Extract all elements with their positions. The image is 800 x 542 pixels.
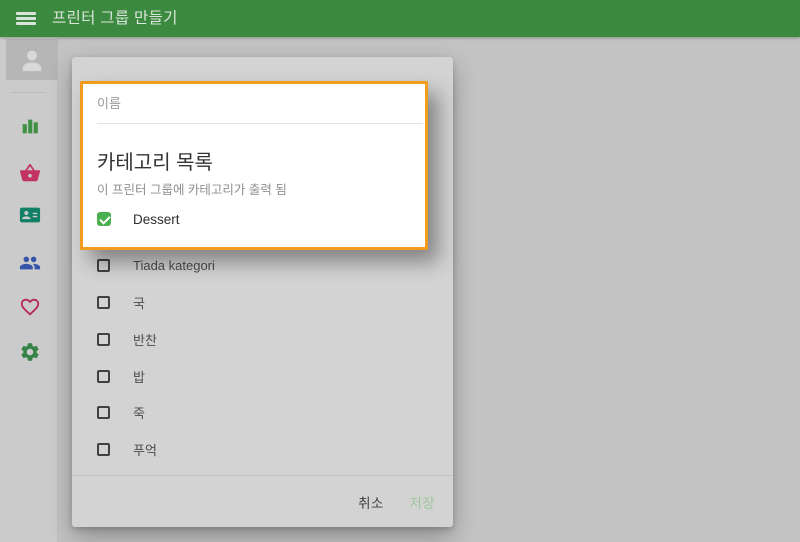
category-row[interactable]: 죽 <box>97 404 145 421</box>
category-label: 반찬 <box>133 333 157 348</box>
save-button[interactable]: 저장 <box>410 492 435 512</box>
hamburger-menu-icon[interactable] <box>16 12 36 25</box>
checkbox-unchecked[interactable] <box>97 259 110 272</box>
app-screen: 프린터 그룹 만들기 Tiada kategori 국 반찬 밥 죽 푸억 취소… <box>0 0 800 542</box>
sidebar-item-stats[interactable] <box>19 115 41 137</box>
page-title: 프린터 그룹 만들기 <box>52 10 178 27</box>
category-label: 밥 <box>133 370 145 385</box>
gear-icon <box>21 343 39 361</box>
sidebar <box>0 37 58 542</box>
checkbox-unchecked[interactable] <box>97 406 110 419</box>
checkbox-checked[interactable] <box>97 212 111 226</box>
sidebar-divider <box>10 92 46 93</box>
checkbox-unchecked[interactable] <box>97 443 110 456</box>
footer-divider <box>72 475 453 476</box>
sidebar-item-contacts[interactable] <box>19 204 41 226</box>
sidebar-item-orders[interactable] <box>19 162 41 184</box>
sidebar-item-settings[interactable] <box>19 341 41 363</box>
category-row-highlighted[interactable]: Dessert <box>97 211 180 227</box>
bar-chart-icon <box>22 119 38 134</box>
contact-card-icon <box>19 207 41 223</box>
highlight-box: 카테고리 목록 이 프린터 그룹에 카테고리가 출력 됨 Dessert <box>80 81 428 250</box>
people-icon <box>19 256 41 270</box>
checkbox-unchecked[interactable] <box>97 296 110 309</box>
avatar[interactable] <box>6 39 58 80</box>
section-subtitle: 이 프린터 그룹에 카테고리가 출력 됨 <box>97 183 287 197</box>
category-row[interactable]: 밥 <box>97 368 145 385</box>
heart-icon <box>20 298 40 316</box>
category-label: 국 <box>133 296 145 311</box>
section-title: 카테고리 목록 <box>97 152 213 174</box>
person-icon <box>22 50 42 71</box>
checkbox-unchecked[interactable] <box>97 370 110 383</box>
app-header: 프린터 그룹 만들기 <box>0 0 800 37</box>
dialog-footer: 취소 저장 <box>358 487 435 517</box>
category-label: 푸억 <box>133 443 157 458</box>
category-row[interactable]: 반찬 <box>97 331 157 348</box>
category-label: Dessert <box>133 211 180 227</box>
checkbox-unchecked[interactable] <box>97 333 110 346</box>
sidebar-item-favorites[interactable] <box>19 296 41 318</box>
basket-icon <box>19 163 41 182</box>
category-label: Tiada kategori <box>133 258 215 273</box>
group-name-input[interactable] <box>97 84 423 124</box>
category-label: 죽 <box>133 406 145 421</box>
category-row[interactable]: 푸억 <box>97 441 157 458</box>
sidebar-item-customers[interactable] <box>19 252 41 274</box>
cancel-button[interactable]: 취소 <box>358 492 383 512</box>
category-row[interactable]: 국 <box>97 294 145 311</box>
category-row[interactable]: Tiada kategori <box>97 257 215 274</box>
